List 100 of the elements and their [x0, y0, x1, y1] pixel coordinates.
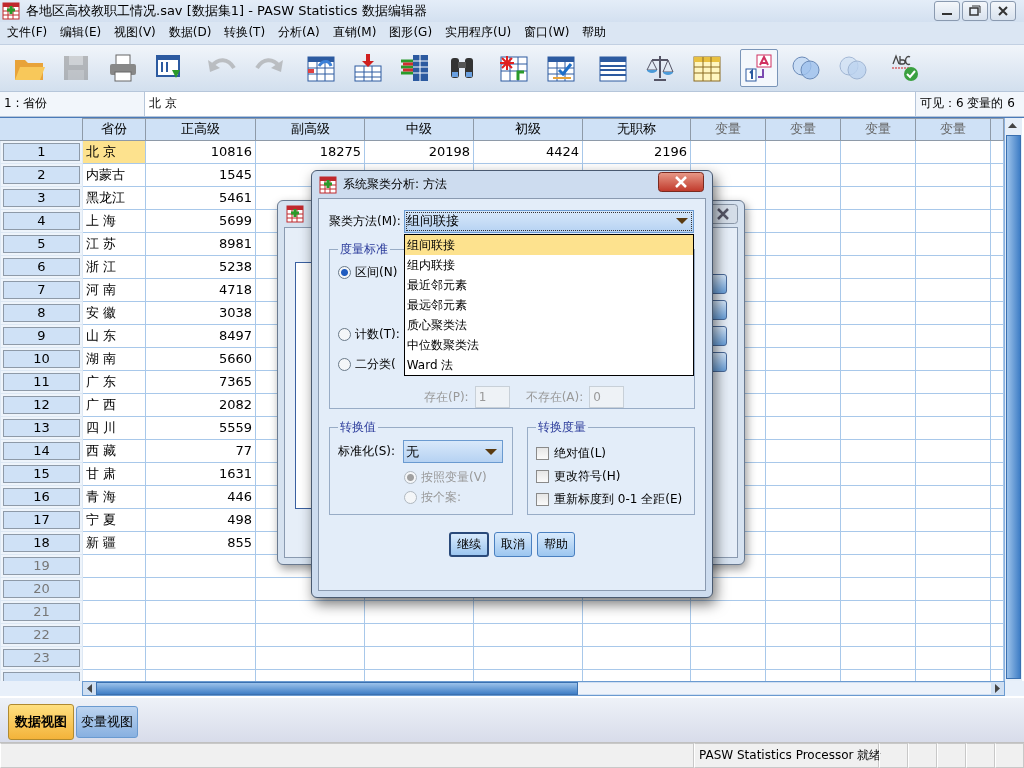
table-cell: 5238 — [145, 255, 256, 279]
row-number[interactable]: 9 — [3, 326, 80, 345]
table-cell: 2196 — [582, 140, 691, 164]
row-number[interactable]: 12 — [3, 395, 80, 414]
status-message: PASW Statistics Processor 就绪 — [694, 743, 879, 768]
column-header[interactable]: 变量 — [765, 118, 841, 141]
scrollbar-thumb[interactable] — [96, 681, 578, 695]
table-cell: 8497 — [145, 324, 256, 348]
row-number[interactable]: 11 — [3, 372, 80, 391]
restore-button[interactable] — [962, 1, 988, 21]
dropdown-option[interactable]: Ward 法 — [404, 354, 693, 375]
label-icon[interactable] — [740, 48, 778, 87]
table-cell: 1631 — [145, 462, 256, 486]
radio-label: 区间(N) — [355, 263, 398, 281]
table-cell: 4718 — [145, 278, 256, 302]
column-header[interactable]: 变量 — [840, 118, 916, 141]
dropdown-arrow-icon[interactable] — [484, 447, 499, 456]
scrollbar-thumb[interactable] — [1006, 134, 1021, 679]
method-dropdown[interactable]: 组间联接 — [403, 209, 694, 233]
table-cell: 446 — [145, 485, 256, 509]
table-cell: 4424 — [473, 140, 583, 164]
row-number[interactable]: 17 — [3, 510, 80, 529]
row-number[interactable]: 16 — [3, 487, 80, 506]
group-title: 转换值 — [339, 419, 377, 436]
menu-item[interactable]: 转换(T) — [217, 24, 272, 42]
table-cell: 498 — [145, 508, 256, 532]
row-number[interactable]: 5 — [3, 234, 80, 253]
app-icon — [319, 175, 337, 194]
column-header[interactable]: 省份 — [82, 118, 146, 141]
table-cell: 内蒙古 — [82, 163, 146, 187]
row-number[interactable]: 2 — [3, 165, 80, 184]
radio-button[interactable] — [338, 327, 351, 341]
row-number[interactable]: 7 — [3, 280, 80, 299]
column-header[interactable]: 无职称 — [582, 118, 691, 141]
field-label: 不存在(A): — [525, 388, 584, 406]
row-number[interactable]: 6 — [3, 257, 80, 276]
menu-item[interactable]: 数据(D) — [161, 24, 218, 42]
menu-item[interactable]: 帮助 — [575, 24, 613, 42]
table-cell: 江 苏 — [82, 232, 146, 256]
row-number[interactable]: 4 — [3, 211, 80, 230]
row-number[interactable]: 3 — [3, 188, 80, 207]
visible-variables-label: 可见：6 变量的 6 — [916, 91, 1024, 116]
horizontal-scrollbar[interactable] — [82, 680, 1005, 696]
menu-item[interactable]: 视图(V) — [107, 24, 162, 42]
menu-item[interactable]: 文件(F) — [0, 24, 54, 42]
menu-item[interactable]: 实用程序(U) — [438, 24, 518, 42]
radio-button[interactable] — [338, 357, 351, 371]
group-title: 转换度量 — [537, 419, 587, 436]
column-header[interactable]: 中级 — [364, 118, 474, 141]
column-header[interactable]: 初级 — [473, 118, 583, 141]
table-cell: 2082 — [145, 393, 256, 417]
row-number[interactable]: 13 — [3, 418, 80, 437]
dropdown-option[interactable]: 中位数聚类法 — [404, 334, 693, 355]
row-number[interactable]: 10 — [3, 349, 80, 368]
radio-button[interactable] — [338, 265, 351, 279]
checkbox-label: 更改符号(H) — [554, 468, 621, 485]
menu-item[interactable]: 直销(M) — [325, 24, 383, 42]
table-cell: 湖 南 — [82, 347, 146, 371]
group-title: 度量标准 — [339, 241, 389, 258]
column-header[interactable]: 变量 — [690, 118, 766, 141]
column-header[interactable]: 副高级 — [255, 118, 365, 141]
menu-item[interactable]: 编辑(E) — [53, 24, 108, 42]
close-button[interactable] — [658, 171, 704, 192]
row-number[interactable]: 18 — [3, 533, 80, 552]
minimize-button[interactable] — [934, 1, 960, 21]
view-tab[interactable]: 数据视图 — [8, 704, 74, 741]
dropdown-option[interactable]: 组内联接 — [404, 254, 693, 275]
column-header[interactable]: 正高级 — [145, 118, 256, 141]
radio-label: 计数(T): — [355, 325, 400, 343]
checkbox[interactable] — [536, 447, 549, 460]
row-number[interactable]: 14 — [3, 441, 80, 460]
dialog-button[interactable]: 继续 — [449, 532, 489, 557]
vertical-scrollbar[interactable] — [1004, 117, 1022, 681]
dropdown-option[interactable]: 最近邻元素 — [404, 274, 693, 295]
menu-item[interactable]: 分析(A) — [271, 24, 326, 42]
checkbox[interactable] — [536, 470, 549, 483]
close-button[interactable] — [990, 1, 1016, 21]
row-number[interactable]: 15 — [3, 464, 80, 483]
row-number[interactable]: 1 — [3, 142, 80, 161]
dropdown-option[interactable]: 组间联接 — [404, 234, 693, 255]
dialog-button[interactable]: 帮助 — [537, 532, 575, 557]
checkbox[interactable] — [536, 493, 549, 506]
table-cell: 855 — [145, 531, 256, 555]
dropdown-option[interactable]: 最远邻元素 — [404, 294, 693, 315]
table-cell: 新 疆 — [82, 531, 146, 555]
view-tab[interactable]: 变量视图 — [76, 706, 138, 739]
table-cell: 1545 — [145, 163, 256, 187]
standardize-dropdown[interactable]: 无 — [403, 440, 504, 463]
dropdown-arrow-icon[interactable] — [674, 217, 689, 225]
table-cell: 5559 — [145, 416, 256, 440]
combo-value: 无 — [406, 442, 420, 461]
table-cell: 7365 — [145, 370, 256, 394]
dialog-button[interactable]: 取消 — [494, 532, 532, 557]
menu-item[interactable]: 窗口(W) — [517, 24, 576, 42]
menu-item[interactable]: 图形(G) — [382, 24, 439, 42]
dropdown-option[interactable]: 质心聚类法 — [404, 314, 693, 335]
combo-value: 组间联接 — [406, 212, 459, 230]
column-header[interactable]: 变量 — [915, 118, 991, 141]
row-number[interactable]: 8 — [3, 303, 80, 322]
table-cell: 青 海 — [82, 485, 146, 509]
